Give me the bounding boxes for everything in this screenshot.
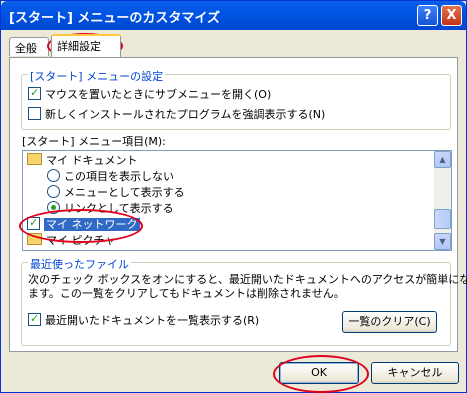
folder-icon [27, 233, 42, 245]
help-button[interactable]: ? [417, 5, 438, 26]
scroll-thumb[interactable] [434, 209, 451, 229]
window-title: [スタート] メニューのカスタマイズ [9, 11, 221, 26]
clear-list-button[interactable]: 一覧のクリア(C) [342, 311, 437, 333]
tab-advanced[interactable]: 詳細設定 [51, 34, 121, 57]
checkbox[interactable] [27, 215, 40, 231]
list-item[interactable]: リンクとして表示する [47, 201, 174, 217]
title-bar[interactable]: [スタート] メニューのカスタマイズ ? X [1, 1, 466, 30]
highlight-new-programs-checkbox[interactable] [28, 107, 41, 120]
list-item[interactable]: この項目を表示しない [47, 169, 174, 185]
menu-items-listbox[interactable]: マイ ドキュメント この項目を表示しない メニューとして表示する リンクとして表… [22, 150, 452, 251]
option-label: マウスを置いたときにサブメニューを開く(O) [45, 88, 272, 101]
list-item[interactable]: メニューとして表示する [47, 185, 185, 201]
radio-button[interactable] [47, 169, 60, 182]
list-item[interactable]: マイ ドキュメント [27, 153, 138, 169]
radio-button[interactable] [47, 185, 60, 198]
scroll-down-button[interactable]: ▼ [434, 233, 451, 250]
start-menu-settings-group: [スタート] メニューの設定 マウスを置いたときにサブメニューを開く(O) 新し… [21, 68, 451, 130]
scroll-up-button[interactable]: ▲ [434, 151, 451, 168]
tab-general[interactable]: 全般 [9, 37, 49, 56]
submenu-hover-option[interactable]: マウスを置いたときにサブメニューを開く(O) [28, 85, 272, 102]
recent-docs-description-line2: ます。この一覧をクリアしてもドキュメントは削除されません。 [28, 287, 345, 300]
list-recent-docs-checkbox[interactable] [28, 311, 41, 326]
list-item[interactable]: マイ ネットワーク [27, 215, 140, 233]
group-legend: [スタート] メニューの設定 [28, 68, 166, 84]
ok-button[interactable]: OK [279, 362, 359, 384]
menu-items-label: [スタート] メニュー項目(M): [22, 135, 166, 148]
list-recent-docs-option[interactable]: 最近開いたドキュメントを一覧表示する(R) [28, 311, 259, 328]
group-legend: 最近使ったファイル [28, 256, 131, 272]
recent-docs-description-line1: 次のチェック ボックスをオンにすると、最近開いたドキュメントへのアクセスが簡単に… [28, 273, 467, 286]
close-button[interactable]: X [441, 5, 462, 26]
dialog-window: [スタート] メニューのカスタマイズ ? X 全般 詳細設定 [スタート] メニ… [0, 0, 467, 393]
submenu-hover-checkbox[interactable] [28, 85, 41, 100]
option-label: 新しくインストールされたプログラムを強調表示する(N) [45, 108, 326, 121]
tab-panel: [スタート] メニューの設定 マウスを置いたときにサブメニューを開く(O) 新し… [9, 57, 467, 352]
radio-button[interactable] [47, 201, 60, 214]
cancel-button[interactable]: キャンセル [371, 362, 459, 384]
list-item[interactable]: マイ ピクチャ [27, 233, 115, 249]
recent-docs-group: 最近使ったファイル 次のチェック ボックスをオンにすると、最近開いたドキュメント… [21, 256, 467, 346]
highlight-new-programs-option[interactable]: 新しくインストールされたプログラムを強調表示する(N) [28, 107, 325, 122]
vertical-scrollbar[interactable]: ▲ ▼ [434, 151, 451, 250]
folder-icon [27, 153, 42, 165]
